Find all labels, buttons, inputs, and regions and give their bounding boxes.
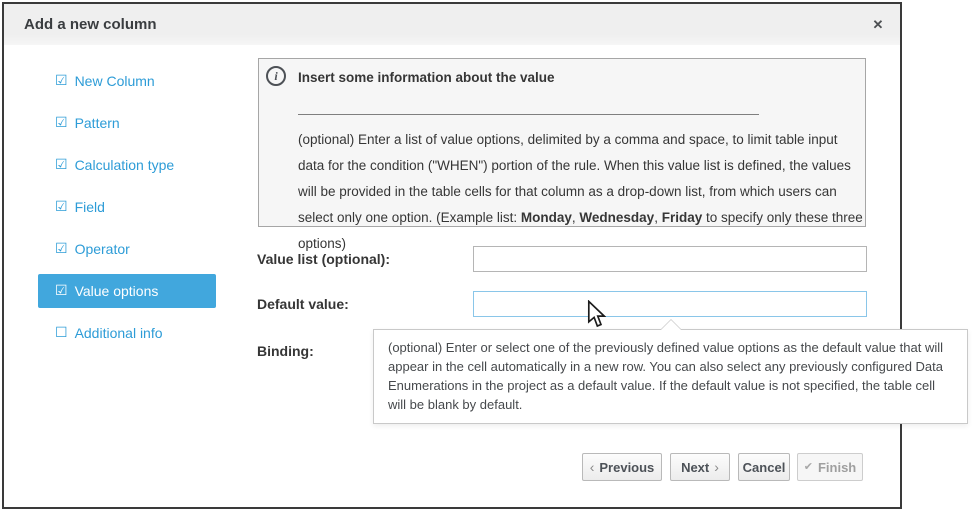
wizard-step-new-column[interactable]: ☑ New Column: [38, 64, 216, 98]
button-label: Cancel: [743, 460, 786, 475]
next-button[interactable]: Next ›: [670, 453, 730, 481]
checked-checkbox-icon: ☑: [55, 73, 68, 87]
info-panel-description: (optional) Enter a list of value options…: [298, 127, 864, 257]
chevron-left-icon: ‹: [590, 460, 595, 474]
wizard-step-value-options[interactable]: ☑ Value options: [38, 274, 216, 308]
previous-button[interactable]: ‹ Previous: [582, 453, 662, 481]
cancel-button[interactable]: Cancel: [738, 453, 790, 481]
binding-label: Binding:: [257, 343, 314, 359]
default-value-input[interactable]: [473, 291, 867, 317]
button-label: Finish: [818, 460, 856, 475]
wizard-step-additional-info[interactable]: ☐ Additional info: [38, 316, 216, 350]
info-circle-icon: i: [266, 66, 286, 86]
checked-checkbox-icon: ☑: [55, 157, 68, 171]
page-background: Add a new column ✕ ☑ New Column ☑ Pattern ☑ C…: [0, 0, 976, 515]
info-panel-divider: [298, 114, 759, 115]
info-panel-title: Insert some information about the value: [298, 70, 555, 85]
wizard-step-label: Pattern: [75, 115, 120, 131]
button-label: Next: [681, 460, 709, 475]
checked-checkbox-icon: ☑: [55, 199, 68, 213]
dialog-header: Add a new column ✕: [4, 4, 900, 45]
checked-checkbox-icon: ☑: [55, 241, 68, 255]
default-value-tooltip: (optional) Enter or select one of the pr…: [373, 329, 968, 424]
close-button[interactable]: ✕: [866, 13, 890, 37]
wizard-step-calculation-type[interactable]: ☑ Calculation type: [38, 148, 216, 182]
wizard-step-label: Field: [75, 199, 105, 215]
add-new-column-dialog: Add a new column ✕ ☑ New Column ☑ Pattern ☑ C…: [2, 2, 902, 509]
wizard-step-field[interactable]: ☑ Field: [38, 190, 216, 224]
value-list-label: Value list (optional):: [257, 251, 390, 267]
checked-checkbox-icon: ☑: [55, 115, 68, 129]
wizard-step-pattern[interactable]: ☑ Pattern: [38, 106, 216, 140]
check-icon: ✔: [804, 462, 813, 473]
tooltip-text: (optional) Enter or select one of the pr…: [388, 338, 953, 414]
dialog-title: Add a new column: [24, 4, 157, 45]
close-icon: ✕: [873, 17, 884, 32]
wizard-step-label: Additional info: [75, 325, 163, 341]
checked-checkbox-icon: ☑: [55, 283, 68, 297]
info-panel: i Insert some information about the valu…: [258, 58, 866, 227]
wizard-step-operator[interactable]: ☑ Operator: [38, 232, 216, 266]
wizard-step-label: Calculation type: [75, 157, 175, 173]
value-list-input[interactable]: [473, 246, 867, 272]
unchecked-checkbox-icon: ☐: [55, 325, 68, 339]
finish-button[interactable]: ✔ Finish: [797, 453, 863, 481]
button-label: Previous: [599, 460, 654, 475]
chevron-right-icon: ›: [714, 460, 719, 474]
wizard-step-label: Operator: [75, 241, 130, 257]
default-value-label: Default value:: [257, 296, 349, 312]
wizard-step-label: New Column: [75, 73, 155, 89]
wizard-step-label: Value options: [75, 283, 159, 299]
